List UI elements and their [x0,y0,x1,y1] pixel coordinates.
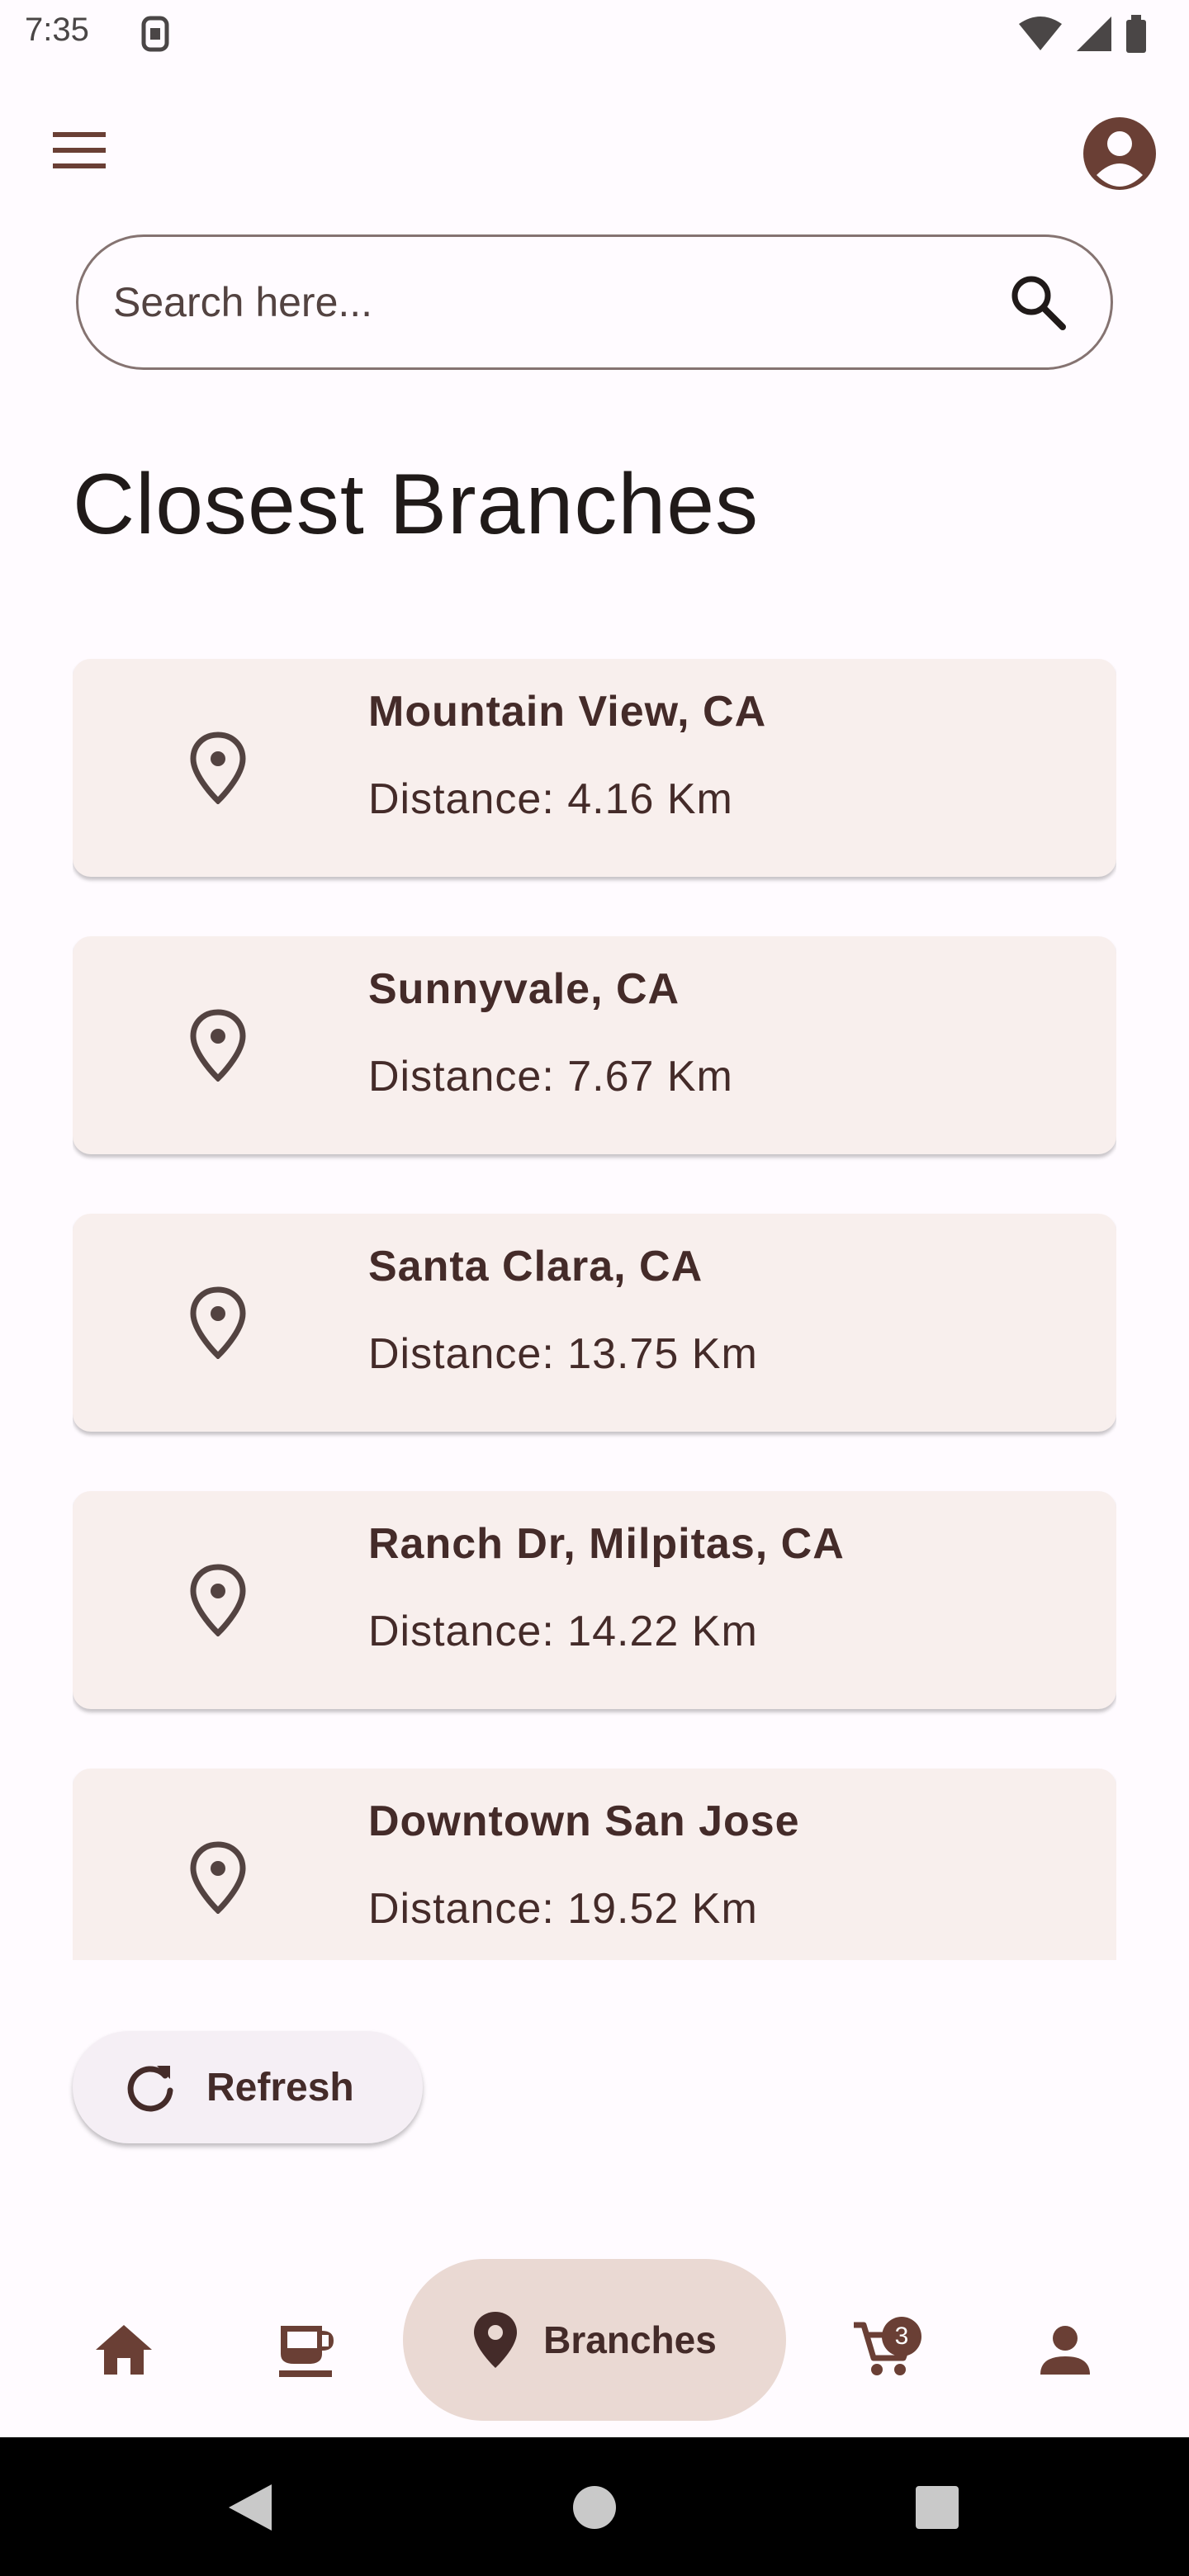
wifi-icon [1019,17,1062,50]
person-icon [1040,2326,1090,2375]
branch-name: Ranch Dr, Milpitas, CA [368,1520,845,1568]
branch-distance: Distance: 7.67 Km [368,1053,733,1101]
branch-distance: Distance: 14.22 Km [368,1608,758,1655]
branch-card[interactable]: Mountain View, CA Distance: 4.16 Km [73,659,1116,877]
sim-icon [141,16,169,52]
cart-badge: 3 [882,2317,921,2356]
coffee-icon [279,2326,334,2377]
battery-icon [1126,15,1146,53]
branch-card[interactable]: Ranch Dr, Milpitas, CA Distance: 14.22 K… [73,1491,1116,1709]
search-input[interactable] [111,277,940,327]
location-pin-icon [190,1286,246,1359]
system-home-button[interactable] [557,2470,632,2545]
profile-button[interactable] [1082,116,1158,192]
signal-icon [1077,17,1111,51]
branch-name: Santa Clara, CA [368,1243,703,1290]
location-pin-icon [190,1564,246,1636]
nav-profile[interactable] [1016,2300,1115,2399]
branch-list[interactable]: Mountain View, CA Distance: 4.16 Km Sunn… [73,659,1116,1960]
refresh-icon [127,2066,173,2112]
branch-card[interactable]: Sunnyvale, CA Distance: 7.67 Km [73,936,1116,1154]
branch-card[interactable]: Downtown San Jose Distance: 19.52 Km [73,1769,1116,1960]
nav-menu[interactable] [256,2300,355,2399]
refresh-button[interactable]: Refresh [73,2031,423,2143]
branch-distance: Distance: 13.75 Km [368,1330,758,1378]
nav-home[interactable] [74,2300,173,2399]
status-icons [1017,13,1148,54]
branch-name: Downtown San Jose [368,1797,800,1845]
branch-card[interactable]: Santa Clara, CA Distance: 13.75 Km [73,1214,1116,1432]
page-title: Closest Branches [73,457,760,552]
search-icon[interactable] [1008,272,1068,332]
nav-cart[interactable]: 3 [834,2300,933,2399]
bottom-nav: Branches 3 [0,2259,1189,2437]
location-pin-icon [190,1009,246,1082]
location-pin-icon [474,2312,518,2368]
search-bar[interactable] [76,234,1113,370]
branch-distance: Distance: 4.16 Km [368,775,733,823]
nav-branches-label: Branches [543,2318,717,2361]
branch-name: Sunnyvale, CA [368,965,680,1013]
menu-icon [53,132,106,168]
recents-square-icon [916,2486,959,2529]
home-icon [96,2325,152,2375]
menu-button[interactable] [41,116,121,185]
branch-distance: Distance: 19.52 Km [368,1885,758,1933]
location-pin-icon [190,732,246,804]
status-time: 7:35 [25,12,89,48]
back-triangle-icon [229,2484,272,2531]
refresh-label: Refresh [206,2065,354,2110]
location-pin-icon [190,1841,246,1914]
system-recents-button[interactable] [900,2470,974,2545]
home-circle-icon [573,2486,616,2529]
nav-branches[interactable]: Branches [403,2259,786,2421]
branch-name: Mountain View, CA [368,688,767,736]
system-nav-bar [0,2437,1189,2576]
account-circle-icon [1083,117,1156,190]
system-back-button[interactable] [213,2470,287,2545]
status-bar: 7:35 [0,0,1189,69]
